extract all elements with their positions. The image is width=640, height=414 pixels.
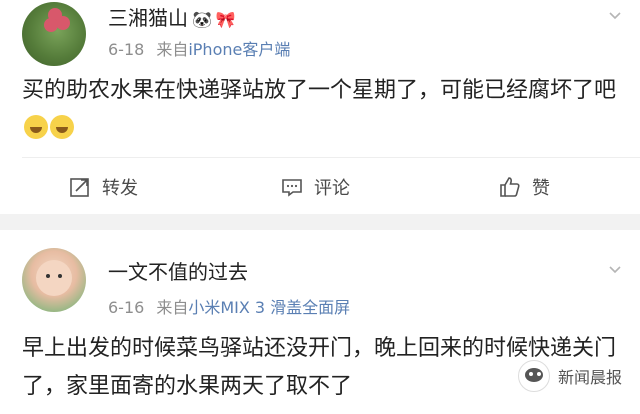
watermark: 新闻晨报 [517,360,622,392]
laugh-cry-emoji-icon [24,115,48,139]
chevron-down-icon[interactable] [608,262,622,276]
comment-icon [282,179,302,197]
like-icon [500,177,520,197]
post-device[interactable]: iPhone客户端 [188,40,290,59]
weibo-post: 三湘猫山 🐼 🎀 6-18 来自iPhone客户端 买的助农水果在快递驿站放了一个星期… [0,0,640,214]
divider [22,157,640,158]
like-button[interactable]: 赞 [498,170,550,204]
chevron-down-icon[interactable] [608,8,622,22]
repost-icon [70,178,89,197]
post-date: 6-18 [108,40,145,59]
like-label: 赞 [532,178,550,199]
post-device[interactable]: 小米MIX 3 滑盖全面屏 [188,298,350,317]
watermark-text: 新闻晨报 [557,368,622,387]
username[interactable]: 一文不值的过去 [108,256,248,285]
post-text: 买的助农水果在快递驿站放了一个星期了，可能已经腐坏了吧 [22,78,617,103]
repost-label: 转发 [102,178,138,199]
bow-badge-icon: 🎀 [215,10,236,29]
post-date: 6-16 [108,298,145,317]
post-content: 买的助农水果在快递驿站放了一个星期了，可能已经腐坏了吧 [22,72,622,148]
via-prefix: 来自 [156,40,189,59]
avatar[interactable] [22,248,86,312]
username-text[interactable]: 三湘猫山 [108,6,188,30]
username[interactable]: 三湘猫山 🐼 🎀 [108,2,236,31]
action-bar: 转发 评论 赞 [0,170,640,204]
via-prefix: 来自 [156,298,189,317]
comment-label: 评论 [314,178,350,199]
username-text[interactable]: 一文不值的过去 [108,260,248,284]
panda-badge-icon: 🐼 [192,10,212,29]
repost-button[interactable]: 转发 [68,170,138,204]
avatar[interactable] [22,2,86,66]
newspaper-logo-icon [517,360,550,392]
laugh-cry-emoji-icon [50,115,74,139]
post-meta: 6-18 来自iPhone客户端 [108,36,290,60]
comment-button[interactable]: 评论 [280,170,350,204]
post-separator [0,214,640,230]
post-meta: 6-16 来自小米MIX 3 滑盖全面屏 [108,294,350,318]
